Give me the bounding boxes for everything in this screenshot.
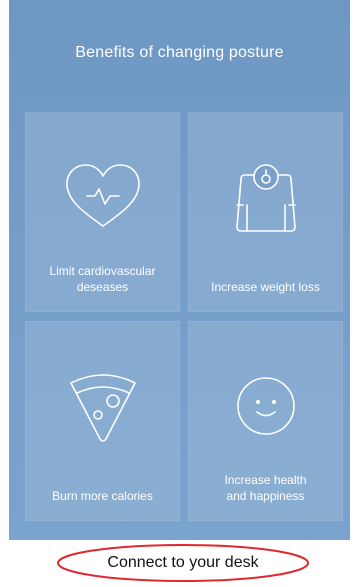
connect-label: Connect to your desk [107,554,259,571]
benefits-panel: Benefits of changing posture Limit cardi… [9,0,350,540]
scale-icon [189,157,342,237]
benefit-card-happiness: Increase health and happiness [188,321,343,521]
benefit-label: Increase weight loss [211,280,320,294]
pizza-slice-icon [26,366,179,446]
benefit-card-cardiovascular: Limit cardiovascular deseases [25,112,180,312]
connect-to-desk-button[interactable]: Connect to your desk [56,543,310,583]
benefit-card-weight-loss: Increase weight loss [188,112,343,312]
benefit-label: Limit cardiovascular deseases [49,264,156,294]
heart-pulse-icon [26,157,179,237]
benefit-card-calories: Burn more calories [25,321,180,521]
benefit-label: Increase health and happiness [224,473,307,503]
benefits-title: Benefits of changing posture [75,44,284,61]
benefit-label: Burn more calories [52,489,153,503]
smiley-face-icon [189,366,342,446]
